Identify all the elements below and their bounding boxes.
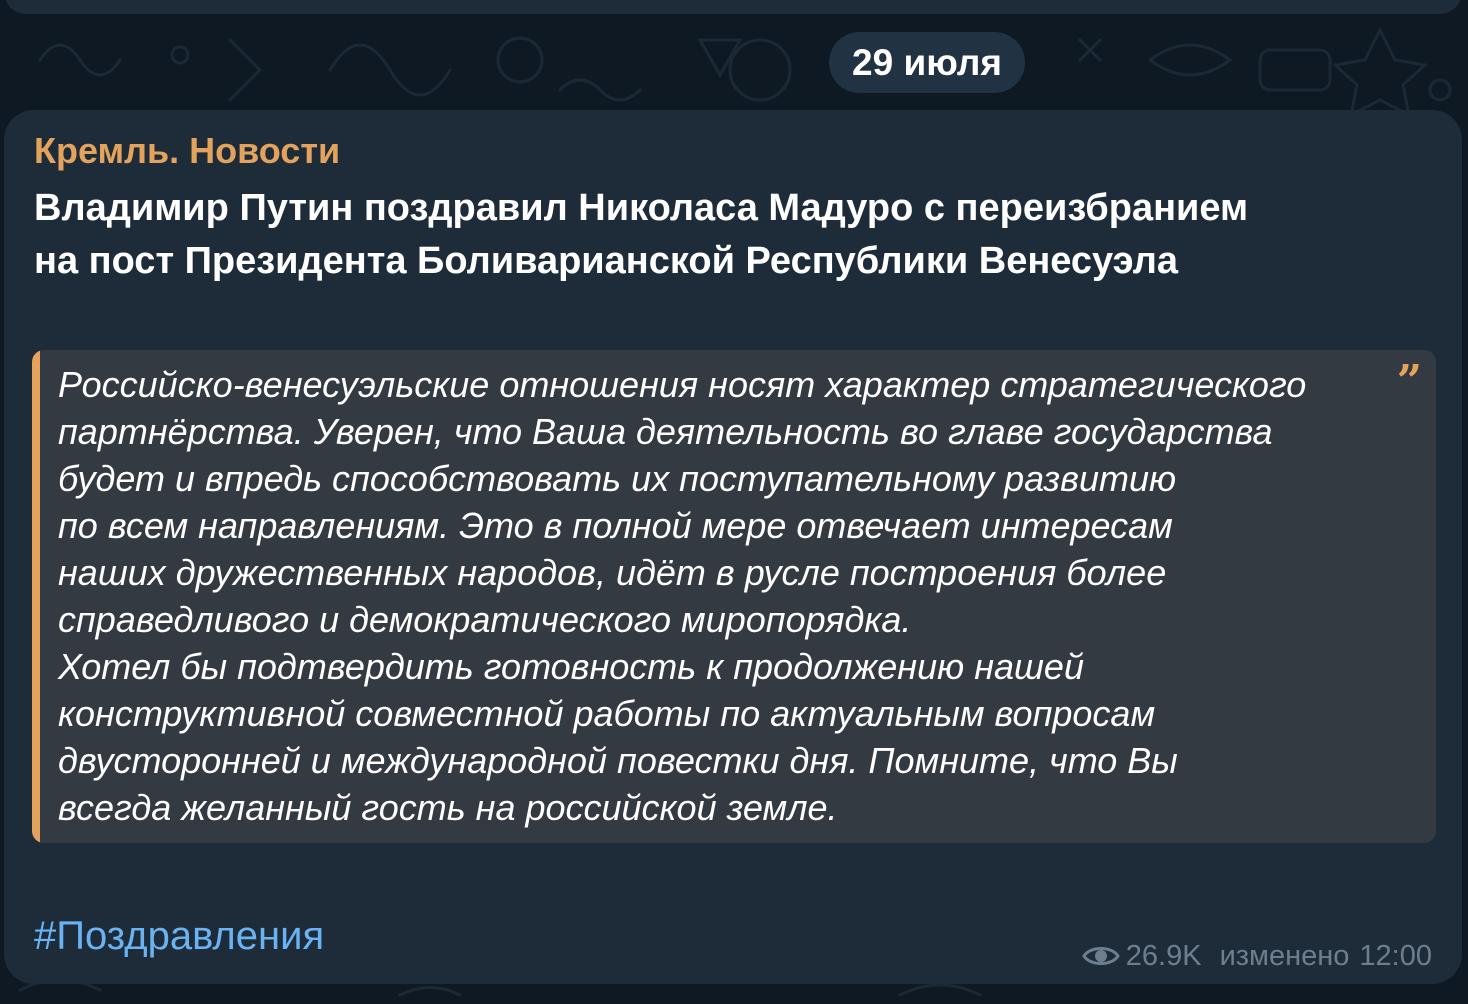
blockquote: Российско-венесуэльские отношения носят … [32, 350, 1436, 843]
quote-line: наших дружественных народов, идёт в русл… [58, 552, 1167, 593]
quote-line: Хотел бы подтвердить готовность к продол… [58, 646, 1084, 687]
quote-line: будет и впредь способствовать их поступа… [58, 458, 1177, 499]
headline-line: Владимир Путин поздравил Николаса Мадуро… [34, 187, 1249, 229]
view-count: 26.9K [1125, 940, 1202, 972]
channel-name[interactable]: Кремль. Новости [34, 128, 340, 174]
eye-icon [1082, 947, 1120, 965]
quote-line: двусторонней и международной повестки дн… [58, 740, 1178, 781]
hashtag-link[interactable]: #Поздравления [34, 910, 324, 962]
quote-mark-icon: ” [1396, 356, 1422, 407]
headline-line: на пост Президента Боливарианской Респуб… [34, 240, 1178, 282]
chat-background: 29 июля Кремль. Новости Владимир Путин п… [0, 0, 1468, 1004]
quote-accent-bar [32, 350, 40, 843]
quote-line: справедливого и демократического миропор… [58, 599, 912, 640]
message-bubble[interactable]: Кремль. Новости Владимир Путин поздравил… [4, 110, 1462, 984]
quote-line: партнёрства. Уверен, что Ваша деятельнос… [58, 411, 1273, 452]
quote-line: по всем направлениям. Это в полной мере … [58, 505, 1173, 546]
quote-text: Российско-венесуэльские отношения носят … [58, 361, 1378, 831]
date-separator[interactable]: 29 июля [829, 32, 1025, 93]
quote-line: всегда желанный гость на российской земл… [58, 787, 838, 828]
message-headline: Владимир Путин поздравил Николаса Мадуро… [34, 182, 1434, 288]
quote-line: Российско-венесуэльские отношения носят … [58, 364, 1307, 405]
edited-label: изменено [1219, 940, 1350, 972]
message-meta: 26.9K изменено 12:00 [1082, 938, 1432, 974]
quote-line: конструктивной совместной работы по акту… [58, 693, 1156, 734]
previous-message-bubble [4, 0, 1462, 14]
message-time: 12:00 [1359, 940, 1432, 972]
